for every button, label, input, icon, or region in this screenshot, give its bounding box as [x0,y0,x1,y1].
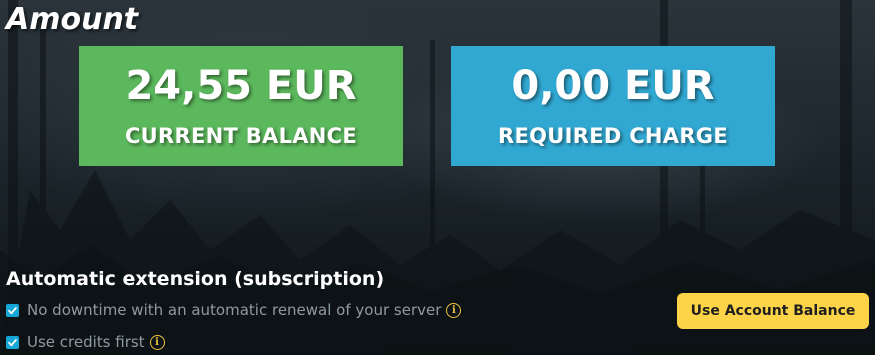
info-icon[interactable]: i [149,334,165,350]
use-account-balance-button[interactable]: Use Account Balance [677,293,869,329]
option-no-downtime: No downtime with an automatic renewal of… [6,300,462,320]
required-charge-amount: 0,00 EUR [511,63,715,109]
use-credits-label: Use credits first [27,333,145,351]
no-downtime-checkbox[interactable] [6,303,19,317]
info-icon[interactable]: i [446,302,462,318]
use-credits-checkbox[interactable] [6,335,19,349]
checkmark-icon [8,306,17,314]
current-balance-amount: 24,55 EUR [125,63,357,109]
required-charge-card: 0,00 EUR REQUIRED CHARGE [451,46,775,166]
option-use-credits: Use credits first i [6,332,165,352]
current-balance-label: CURRENT BALANCE [124,124,358,148]
required-charge-label: REQUIRED CHARGE [498,124,728,148]
subscription-heading: Automatic extension (subscription) [6,268,385,290]
page-title: Amount [6,2,139,37]
no-downtime-label: No downtime with an automatic renewal of… [27,301,442,319]
checkmark-icon [8,338,17,346]
current-balance-card: 24,55 EUR CURRENT BALANCE [79,46,403,166]
